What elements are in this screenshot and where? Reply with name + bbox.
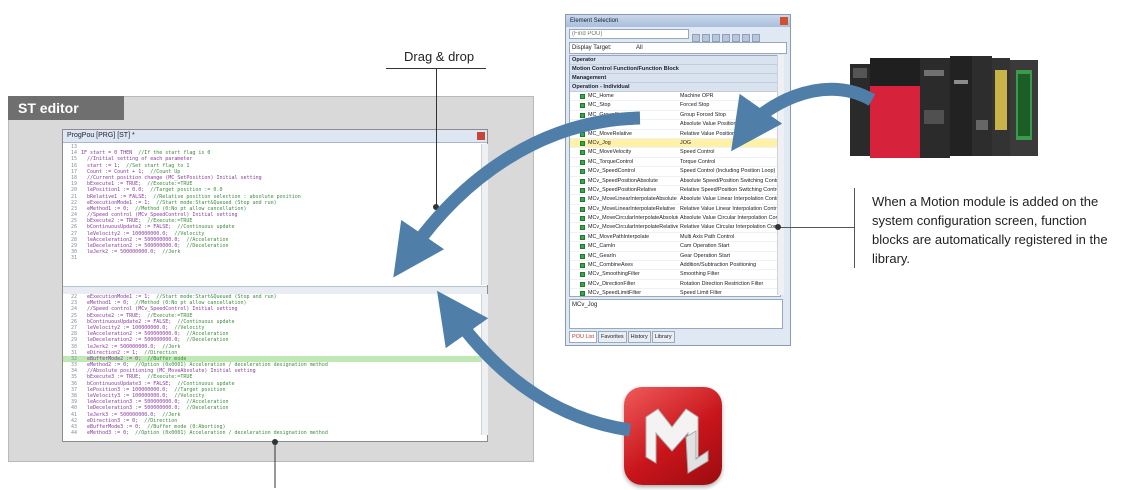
arrow-library-to-editor — [393, 111, 641, 278]
arrow-plc-to-library — [731, 82, 876, 152]
editor-leader-dot — [272, 439, 278, 445]
arrow-logo-to-editor — [436, 290, 631, 437]
arrows-layer — [272, 82, 876, 488]
